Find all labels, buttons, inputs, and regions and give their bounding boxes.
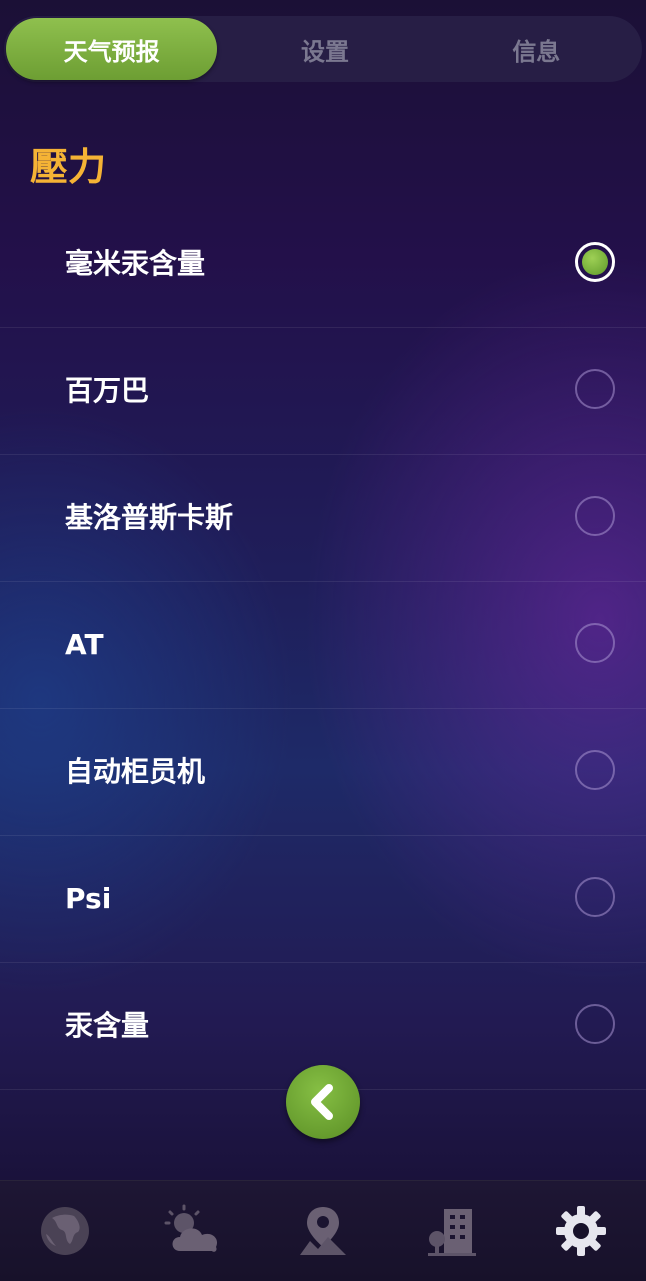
pressure-unit-list: 毫米汞含量 百万巴 基洛普斯卡斯 AT 自动柜员机 Psi 汞含量: [0, 201, 646, 1090]
bottom-nav-bar: [0, 1180, 646, 1281]
option-mbar[interactable]: 百万巴: [0, 328, 646, 455]
cloud-sun-icon: [164, 1204, 217, 1252]
option-label: 汞含量: [65, 1009, 150, 1042]
tab-info[interactable]: 信息: [431, 16, 642, 82]
option-atm[interactable]: 自动柜员机: [0, 709, 646, 836]
radio-button[interactable]: [575, 877, 615, 917]
nav-city[interactable]: [412, 1191, 492, 1271]
radio-button[interactable]: [575, 1004, 615, 1044]
option-at[interactable]: AT: [0, 582, 646, 709]
radio-button[interactable]: [575, 623, 615, 663]
radio-button[interactable]: [575, 496, 615, 536]
option-label: 基洛普斯卡斯: [65, 501, 234, 534]
option-psi[interactable]: Psi: [0, 836, 646, 963]
option-label: AT: [65, 628, 104, 661]
chevron-left-icon: [311, 1084, 333, 1120]
gear-icon: [556, 1206, 607, 1256]
option-mmhg[interactable]: 毫米汞含量: [0, 201, 646, 328]
map-pin-icon: [299, 1207, 346, 1255]
option-label: 自动柜员机: [65, 755, 206, 788]
nav-weather[interactable]: [154, 1191, 234, 1271]
back-button[interactable]: [286, 1065, 360, 1139]
radio-button[interactable]: [575, 750, 615, 790]
option-label: 百万巴: [65, 374, 150, 407]
nav-settings[interactable]: [541, 1191, 621, 1271]
nav-location[interactable]: [283, 1191, 363, 1271]
globe-icon: [40, 1207, 89, 1255]
top-tab-bar: 天气预报 设置 信息: [4, 16, 642, 82]
nav-globe[interactable]: [25, 1191, 105, 1271]
option-label: 毫米汞含量: [65, 247, 206, 280]
tab-settings[interactable]: 设置: [219, 16, 430, 82]
section-title: 壓力: [30, 145, 107, 189]
radio-button-selected[interactable]: [575, 242, 615, 282]
city-icon: [428, 1209, 477, 1256]
radio-button[interactable]: [575, 369, 615, 409]
option-kpa[interactable]: 基洛普斯卡斯: [0, 455, 646, 582]
tab-weather-forecast[interactable]: 天气预报: [6, 18, 218, 80]
option-label: Psi: [65, 882, 112, 915]
